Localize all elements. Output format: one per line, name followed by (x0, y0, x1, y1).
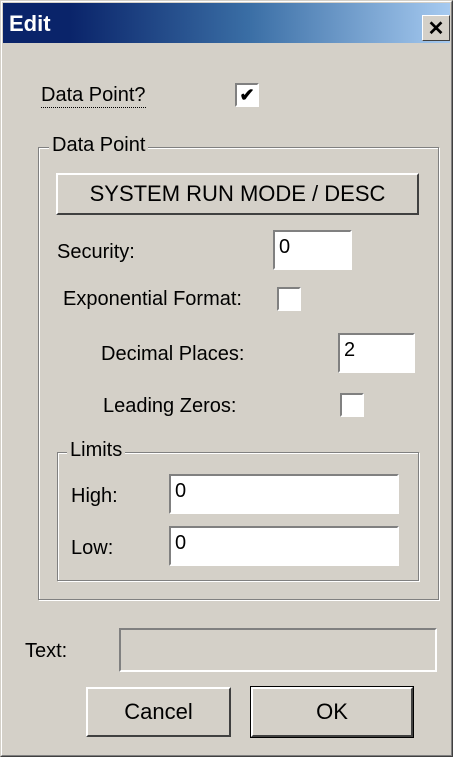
system-run-mode-button[interactable]: SYSTEM RUN MODE / DESC (56, 173, 419, 215)
low-limit-input[interactable]: 0 (169, 526, 399, 566)
text-label: Text: (25, 640, 68, 662)
leading-zeros-label: Leading Zeros: (103, 395, 237, 417)
data-point-checkbox[interactable]: ✔ (235, 83, 259, 107)
exponential-format-checkbox[interactable] (277, 287, 301, 311)
security-label: Security: (57, 241, 135, 263)
cancel-button[interactable]: Cancel (86, 687, 231, 737)
title-bar[interactable]: Edit ✕ (3, 3, 450, 43)
data-point-toggle-label[interactable]: Data Point? (41, 84, 146, 108)
high-label: High: (71, 485, 118, 507)
decimal-places-input[interactable]: 2 (338, 333, 415, 373)
data-point-group-title: Data Point (49, 134, 149, 157)
decimal-places-label: Decimal Places: (101, 343, 245, 365)
high-limit-input[interactable]: 0 (169, 474, 399, 514)
security-input[interactable]: 0 (273, 230, 352, 270)
ok-button[interactable]: OK (250, 686, 414, 738)
close-icon: ✕ (427, 17, 445, 40)
edit-dialog: Edit ✕ Data Point? ✔ Data Point SYSTEM R… (0, 0, 453, 757)
exponential-format-label: Exponential Format: (63, 288, 242, 310)
limits-group-title: Limits (67, 439, 126, 462)
close-button[interactable]: ✕ (422, 15, 450, 41)
text-input[interactable] (119, 628, 437, 672)
low-label: Low: (71, 537, 114, 559)
window-title: Edit (9, 11, 51, 36)
leading-zeros-checkbox[interactable] (340, 393, 364, 417)
checkmark-icon: ✔ (239, 85, 255, 105)
